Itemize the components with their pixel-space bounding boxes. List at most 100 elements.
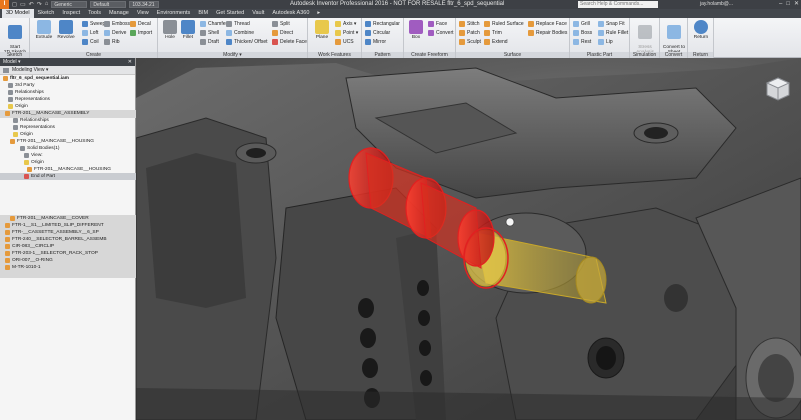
tree-node[interactable]: Representations (13, 124, 55, 131)
tree-node[interactable]: FTR-201__MAINCASE__HOUSING (10, 138, 94, 145)
tab-view[interactable]: View (133, 9, 153, 18)
sculpt-button[interactable]: Sculpt (459, 38, 481, 46)
browser-close-icon[interactable]: ✕ (128, 58, 132, 66)
tab-get-started[interactable]: Get Started (212, 9, 248, 18)
direct-button[interactable]: Direct (272, 29, 293, 37)
parameter-field[interactable]: 103.34.21 (129, 1, 160, 8)
coil-button[interactable]: Coil (82, 38, 99, 46)
tab-autodesk-a360[interactable]: Autodesk A360 (268, 9, 313, 18)
rule-fillet-button[interactable]: Rule Fillet (598, 29, 628, 37)
view-selector[interactable]: Modeling View ▾ (12, 67, 48, 73)
tab-sketch[interactable]: Sketch (34, 9, 59, 18)
tree-node[interactable]: End of Part (24, 173, 55, 180)
tab-inspect[interactable]: Inspect (58, 9, 84, 18)
decal-button[interactable]: Decal (130, 20, 151, 28)
tree-node[interactable]: M-TR-1010-1 (5, 264, 41, 271)
material-dropdown[interactable]: Generic (51, 1, 88, 8)
plane-button[interactable]: Plane (310, 20, 334, 40)
tab-3d-model[interactable]: 3D Model (2, 9, 34, 18)
app-logo-icon[interactable]: I (0, 0, 9, 9)
help-search-input[interactable]: Search Help & Commands... (578, 1, 658, 8)
tab-tools[interactable]: Tools (84, 9, 105, 18)
tree-node[interactable]: FTR-201__MAINCASE__COVER (10, 215, 89, 222)
tab-overflow[interactable]: ▸ (313, 9, 324, 18)
thicken-offset-button[interactable]: Thicken/ Offset (226, 38, 268, 46)
tab-environments[interactable]: Environments (153, 9, 195, 18)
thread-button[interactable]: Thread (226, 20, 250, 28)
tree-node[interactable]: FTR-__CASSETTE_ASSEMBLY__6_SP (5, 229, 99, 236)
replace-face-button[interactable]: Replace Face (528, 20, 567, 28)
tree-node[interactable]: FTR-240__SELECTOR_BARREL_ASSEMB (5, 236, 107, 243)
axis-button[interactable]: Axis ▾ (335, 20, 356, 28)
import-button[interactable]: Import (130, 29, 152, 37)
rectangular-pattern-button[interactable]: Rectangular (365, 20, 400, 28)
open-file-icon[interactable]: ▭ (20, 1, 26, 8)
extend-button[interactable]: Extend (484, 38, 508, 46)
lip-button[interactable]: Lip (598, 38, 613, 46)
tree-node[interactable]: 3rd Party (8, 82, 34, 89)
tree-node[interactable]: Solid Bodies(1) (20, 145, 60, 152)
tab-manage[interactable]: Manage (105, 9, 133, 18)
home-icon[interactable]: ⌂ (45, 1, 49, 8)
tab-vault[interactable]: Vault (248, 9, 268, 18)
tree-node[interactable]: Relationships (8, 89, 44, 96)
patch-button[interactable]: Patch (459, 29, 480, 37)
tree-node[interactable]: FTR-201__MAINCASE_ASSEMBLY (5, 110, 90, 117)
return-button[interactable]: Return (689, 20, 713, 40)
view-cube[interactable] (765, 76, 791, 102)
ruled-surface-button[interactable]: Ruled Surface (484, 20, 524, 28)
rest-button[interactable]: Rest (573, 38, 591, 46)
repair-bodies-button[interactable]: Repair Bodies (528, 29, 567, 37)
tree-node[interactable]: FTR-201__MAINCASE__HOUSING (27, 166, 111, 173)
stitch-button[interactable]: Stitch (459, 20, 480, 28)
box-button[interactable]: Box (404, 20, 428, 40)
shell-button[interactable]: Shell (200, 29, 219, 37)
model-viewport[interactable] (136, 58, 801, 420)
redo-icon[interactable]: ↷ (37, 1, 42, 8)
draft-button[interactable]: Draft (200, 38, 219, 46)
tree-node[interactable]: fltr_6_spd_sequential.iam (3, 75, 69, 82)
tree-node[interactable]: FTR-203-1__SELECTOR_RACK_STOP (5, 250, 98, 257)
revolve-button[interactable]: Revolve (54, 20, 78, 40)
point-button[interactable]: Point ▾ (335, 29, 358, 37)
sweep-button[interactable]: Sweep (82, 20, 105, 28)
grill-button[interactable]: Grill (573, 20, 590, 28)
browser-title[interactable]: Model ▾ (3, 59, 21, 65)
tree-node[interactable]: Relationships (13, 117, 49, 124)
tree-node[interactable]: FTR-1__S1__LIMITED_SLIP_DIFFERENT (5, 222, 104, 229)
tree-node[interactable]: ORI-007__O-RING (5, 257, 53, 264)
tree-node[interactable]: CIR-083__CIRCLIP (5, 243, 54, 250)
maximize-button[interactable]: □ (786, 0, 790, 9)
tree-node[interactable]: Origin (8, 103, 28, 110)
tree-node[interactable]: Origin (13, 131, 33, 138)
undo-icon[interactable]: ↶ (29, 1, 34, 8)
stress-analysis-button[interactable]: Stress Analysis (633, 20, 657, 55)
convert-button[interactable]: Convert (428, 29, 454, 37)
rib-button[interactable]: Rib (104, 38, 120, 46)
close-button[interactable]: ✕ (794, 0, 799, 9)
filter-icon[interactable] (3, 67, 9, 73)
combine-button[interactable]: Combine (226, 29, 254, 37)
tree-node[interactable]: View: (24, 152, 43, 159)
emboss-button[interactable]: Emboss (104, 20, 130, 28)
loft-button[interactable]: Loft (82, 29, 98, 37)
trim-button[interactable]: Trim (484, 29, 502, 37)
ucs-button[interactable]: UCS (335, 38, 354, 46)
chamfer-button[interactable]: Chamfer (200, 20, 227, 28)
extrude-button[interactable]: Extrude (32, 20, 56, 40)
tab-bim[interactable]: BIM (194, 9, 212, 18)
tree-node[interactable]: Representations (8, 96, 50, 103)
boss-button[interactable]: Boss (573, 29, 592, 37)
split-button[interactable]: Split (272, 20, 290, 28)
snap-fit-button[interactable]: Snap Fit (598, 20, 625, 28)
tree-node[interactable]: Origin (24, 159, 44, 166)
new-file-icon[interactable]: ◻ (12, 1, 17, 8)
delete-face-button[interactable]: Delete Face (272, 38, 307, 46)
appearance-dropdown[interactable]: Default (90, 1, 127, 8)
user-account[interactable]: jay.holamb@... (700, 0, 733, 9)
start-sketch-button[interactable]: Start 2D Sketch (3, 20, 27, 55)
circular-pattern-button[interactable]: Circular (365, 29, 390, 37)
minimize-button[interactable]: – (779, 0, 782, 9)
fillet-button[interactable]: Fillet (176, 20, 200, 40)
mirror-button[interactable]: Mirror (365, 38, 386, 46)
